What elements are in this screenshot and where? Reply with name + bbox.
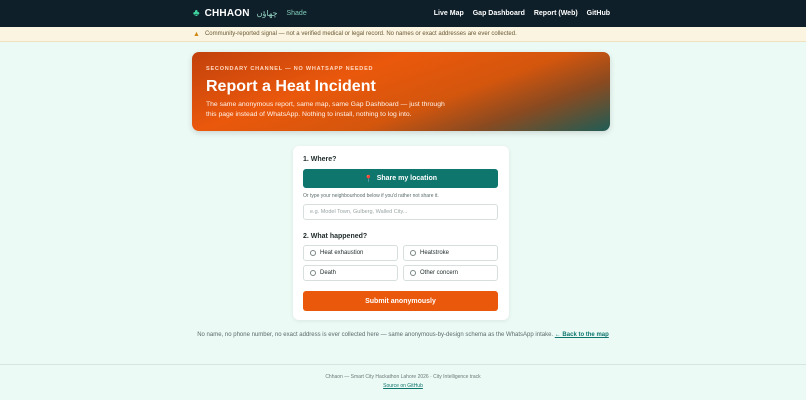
nav-link-live-map[interactable]: Live Map: [434, 10, 464, 17]
hero-eyebrow: SECONDARY CHANNEL — NO WHATSAPP NEEDED: [206, 66, 374, 72]
top-nav: ♣ CHHAON چھاؤں Shade Live Map Gap Dashbo…: [0, 0, 806, 27]
nav-link-report-web[interactable]: Report (Web): [534, 10, 578, 17]
share-location-label: Share my location: [376, 175, 437, 182]
radio-icon[interactable]: [410, 270, 416, 276]
what-section-title: 2. What happened?: [303, 233, 368, 240]
radio-icon[interactable]: [410, 250, 416, 256]
privacy-note: No name, no phone number, no exact addre…: [0, 332, 806, 338]
footer: Chhaon — Smart City Hackathon Lahore 202…: [0, 374, 806, 389]
footer-text: Chhaon — Smart City Hackathon Lahore 202…: [325, 374, 481, 380]
incident-type-options: Heat exhaustion Heatstroke Death Other c…: [303, 245, 499, 281]
nav-link-gap-dashboard[interactable]: Gap Dashboard: [473, 10, 525, 17]
source-github-link[interactable]: Source on GitHub: [0, 383, 806, 389]
option-label: Heat exhaustion: [320, 250, 364, 256]
privacy-note-text: No name, no phone number, no exact addre…: [197, 332, 554, 338]
where-section-title: 1. Where?: [303, 156, 337, 163]
location-helper-text: Or type your neighbourhood below if you'…: [303, 193, 439, 199]
option-heat-exhaustion[interactable]: Heat exhaustion: [303, 245, 398, 261]
brand-subtitle: Shade: [286, 10, 307, 17]
radio-icon[interactable]: [310, 250, 316, 256]
option-heatstroke[interactable]: Heatstroke: [403, 245, 498, 261]
option-other-concern[interactable]: Other concern: [403, 265, 498, 281]
radio-icon[interactable]: [310, 270, 316, 276]
warning-icon: ▲: [193, 30, 200, 38]
hero-description: The same anonymous report, same map, sam…: [206, 101, 445, 118]
share-location-button[interactable]: 📍 Share my location: [303, 169, 498, 188]
page-title: Report a Heat Incident: [206, 78, 376, 95]
option-label: Heatstroke: [420, 250, 450, 256]
brand[interactable]: ♣ CHHAON چھاؤں Shade: [193, 8, 307, 19]
option-death[interactable]: Death: [303, 265, 398, 281]
nav-links: Live Map Gap Dashboard Report (Web) GitH…: [434, 10, 610, 17]
brand-urdu: چھاؤں: [256, 9, 278, 18]
leaf-icon: ♣: [193, 7, 200, 19]
footer-divider: [0, 364, 806, 365]
neighbourhood-input[interactable]: [303, 204, 498, 220]
brand-name: CHHAON: [204, 8, 250, 19]
pin-icon: 📍: [363, 175, 373, 183]
disclaimer-banner: ▲ Community-reported signal — not a veri…: [0, 27, 806, 42]
hero-banner: SECONDARY CHANNEL — NO WHATSAPP NEEDED R…: [192, 52, 610, 131]
nav-link-github[interactable]: GitHub: [587, 10, 610, 17]
submit-button[interactable]: Submit anonymously: [303, 291, 498, 311]
option-label: Death: [320, 270, 337, 276]
back-to-map-link[interactable]: ← Back to the map: [555, 332, 609, 338]
report-form: 1. Where? 📍 Share my location Or type yo…: [293, 146, 509, 320]
option-label: Other concern: [420, 270, 459, 276]
disclaimer-text: Community-reported signal — not a verifi…: [204, 31, 517, 37]
